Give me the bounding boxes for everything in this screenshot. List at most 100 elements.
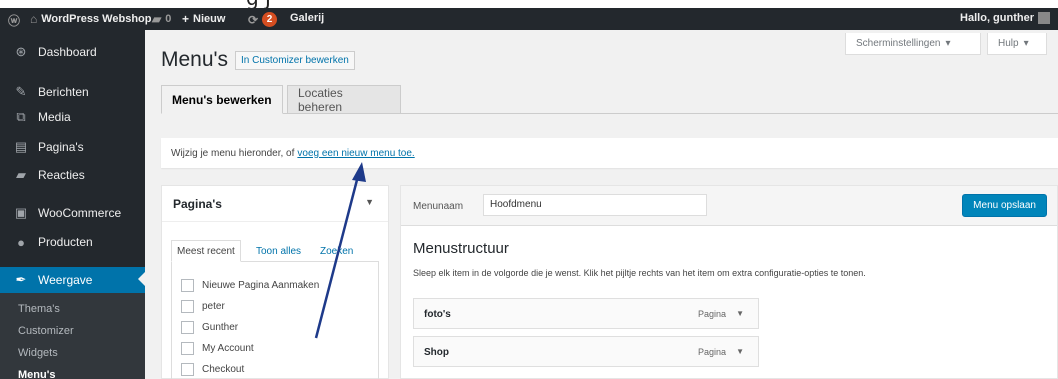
home-icon: ⌂ [30,12,38,26]
list-item-label: My Account [202,343,254,354]
updates-link[interactable]: ⟳ 2 [248,12,278,27]
pages-metabox: Pagina's ▼ Meest recent Toon alles Zoeke… [161,185,389,379]
sidebar-item-label: Pagina's [38,140,84,154]
pages-metabox-header[interactable]: Pagina's ▼ [162,186,388,222]
checkbox[interactable] [181,342,194,355]
list-item-label: Nieuwe Pagina Aanmaken [202,280,320,291]
pin-icon: ✎ [15,84,27,99]
chevron-down-icon: ▾ [945,38,951,49]
admin-sidebar: ⊛ Dashboard ✎ Berichten ⧉ Media ▤ Pagina… [0,30,145,379]
menu-item-label: Shop [424,347,449,358]
media-icon: ⧉ [16,109,26,124]
main-content: Menu's In Customizer bewerken Scherminst… [145,30,1058,379]
sidebar-item-label: WooCommerce [38,206,122,220]
list-item[interactable]: Gunther [181,321,238,334]
sidebar-item-label: Weergave [38,273,93,287]
gallery-link[interactable]: Galerij [290,12,324,24]
list-item-label: Gunther [202,322,239,333]
greeting: Hallo, gunther [960,12,1034,24]
plus-icon: + [182,12,190,26]
checkbox[interactable] [181,363,194,376]
sidebar-item-reacties[interactable]: ▰ Reacties [0,163,145,187]
menu-name-label: Menunaam [413,201,464,212]
appearance-submenu: Thema's Customizer Widgets Menu's [0,293,145,379]
comments-link[interactable]: ▰ 0 [152,12,171,26]
menu-editor: Menunaam Hoofdmenu Menu opslaan Menustru… [400,185,1058,379]
tab-meest-recent[interactable]: Meest recent [171,240,241,262]
checkbox[interactable] [181,279,194,292]
triangle-down-icon[interactable]: ▼ [736,347,744,356]
tab-menus-bewerken[interactable]: Menu's bewerken [161,85,283,114]
account-menu[interactable]: Hallo, gunther [960,12,1050,24]
submenu-item-themas[interactable]: Thema's [18,303,60,315]
sidebar-item-label: Media [38,110,71,124]
menu-name-input[interactable]: Hoofdmenu [483,194,707,216]
sidebar-item-berichten[interactable]: ✎ Berichten [0,80,145,104]
tab-toon-alles[interactable]: Toon alles [251,240,306,262]
list-item[interactable]: peter [181,300,225,313]
sidebar-item-woocommerce[interactable]: ▣ WooCommerce [0,201,145,225]
list-item[interactable]: Checkout [181,363,244,376]
page-icon: ▤ [14,139,28,154]
wordpress-logo-icon[interactable]: ⓦ [8,12,20,29]
checkbox[interactable] [181,321,194,334]
cropped-caption: g J [0,0,1058,8]
sidebar-item-media[interactable]: ⧉ Media [0,105,145,129]
triangle-down-icon[interactable]: ▼ [736,309,744,318]
pages-tabs: Meest recent Toon alles Zoeken [171,240,379,262]
menu-item-label: foto's [424,309,451,320]
screen-options-label: Scherminstellingen [856,38,941,49]
appearance-icon: ✒ [15,272,27,287]
list-item-label: Checkout [202,364,245,375]
dashboard-icon: ⊛ [15,44,27,59]
pages-list: Nieuwe Pagina Aanmaken peter Gunther My … [171,262,379,379]
woocommerce-icon: ▣ [14,205,28,220]
submenu-item-customizer[interactable]: Customizer [18,325,74,337]
triangle-down-icon[interactable]: ▼ [365,197,374,207]
list-item[interactable]: My Account [181,342,254,355]
new-content-link[interactable]: + Nieuw [182,12,225,26]
menu-structure-title: Menustructuur [413,240,509,257]
new-menu-link[interactable]: voeg een nieuw menu toe. [297,148,414,159]
comments-count: 0 [165,13,172,25]
cropped-caption-text: g J [246,0,271,8]
help-label: Hulp [998,38,1019,49]
sidebar-item-dashboard[interactable]: ⊛ Dashboard [0,40,145,64]
sidebar-item-label: Reacties [38,168,85,182]
menu-item[interactable]: foto's Pagina ▼ [413,298,759,329]
save-menu-button[interactable]: Menu opslaan [962,194,1047,217]
pages-metabox-title: Pagina's [173,197,222,211]
sidebar-item-weergave[interactable]: ✒ Weergave [0,267,145,293]
tab-zoeken[interactable]: Zoeken [315,240,358,262]
menu-structure-description: Sleep elk item in de volgorde die je wen… [413,268,866,278]
admin-bar: ⓦ ⌂ WordPress Webshop ▰ 0 + Nieuw ⟳ 2 Ga… [0,8,1058,30]
page-title: Menu's [161,48,229,71]
comment-icon: ▰ [152,12,162,26]
sidebar-item-paginas[interactable]: ▤ Pagina's [0,135,145,159]
menu-notice: Wijzig je menu hieronder, of voeg een ni… [161,138,1058,168]
tab-locaties-beheren[interactable]: Locaties beheren [287,85,401,114]
menu-item-type: Pagina [697,309,726,319]
menu-item-type: Pagina [697,347,726,357]
screen-options-button[interactable]: Scherminstellingen ▾ [845,33,981,55]
sidebar-item-label: Berichten [38,85,89,99]
list-item[interactable]: Nieuwe Pagina Aanmaken [181,279,319,292]
site-name-link[interactable]: ⌂ WordPress Webshop [30,12,151,26]
customizer-button[interactable]: In Customizer bewerken [235,51,355,70]
gallery-label: Galerij [290,12,325,24]
submenu-item-widgets[interactable]: Widgets [18,347,58,359]
menu-item[interactable]: Shop Pagina ▼ [413,336,759,367]
checkbox[interactable] [181,300,194,313]
notice-text: Wijzig je menu hieronder, of [171,147,295,159]
list-item-label: peter [202,301,225,312]
sidebar-item-producten[interactable]: ● Producten [0,230,145,254]
updates-badge: 2 [262,12,278,27]
products-icon: ● [17,234,25,250]
help-button[interactable]: Hulp ▾ [987,33,1047,55]
new-label: Nieuw [193,13,226,25]
submenu-item-menus[interactable]: Menu's [18,369,55,379]
comment-icon: ▰ [16,167,26,182]
chevron-down-icon: ▾ [1023,38,1029,49]
menu-editor-header: Menunaam Hoofdmenu Menu opslaan [401,186,1057,226]
sidebar-item-label: Producten [38,235,93,249]
